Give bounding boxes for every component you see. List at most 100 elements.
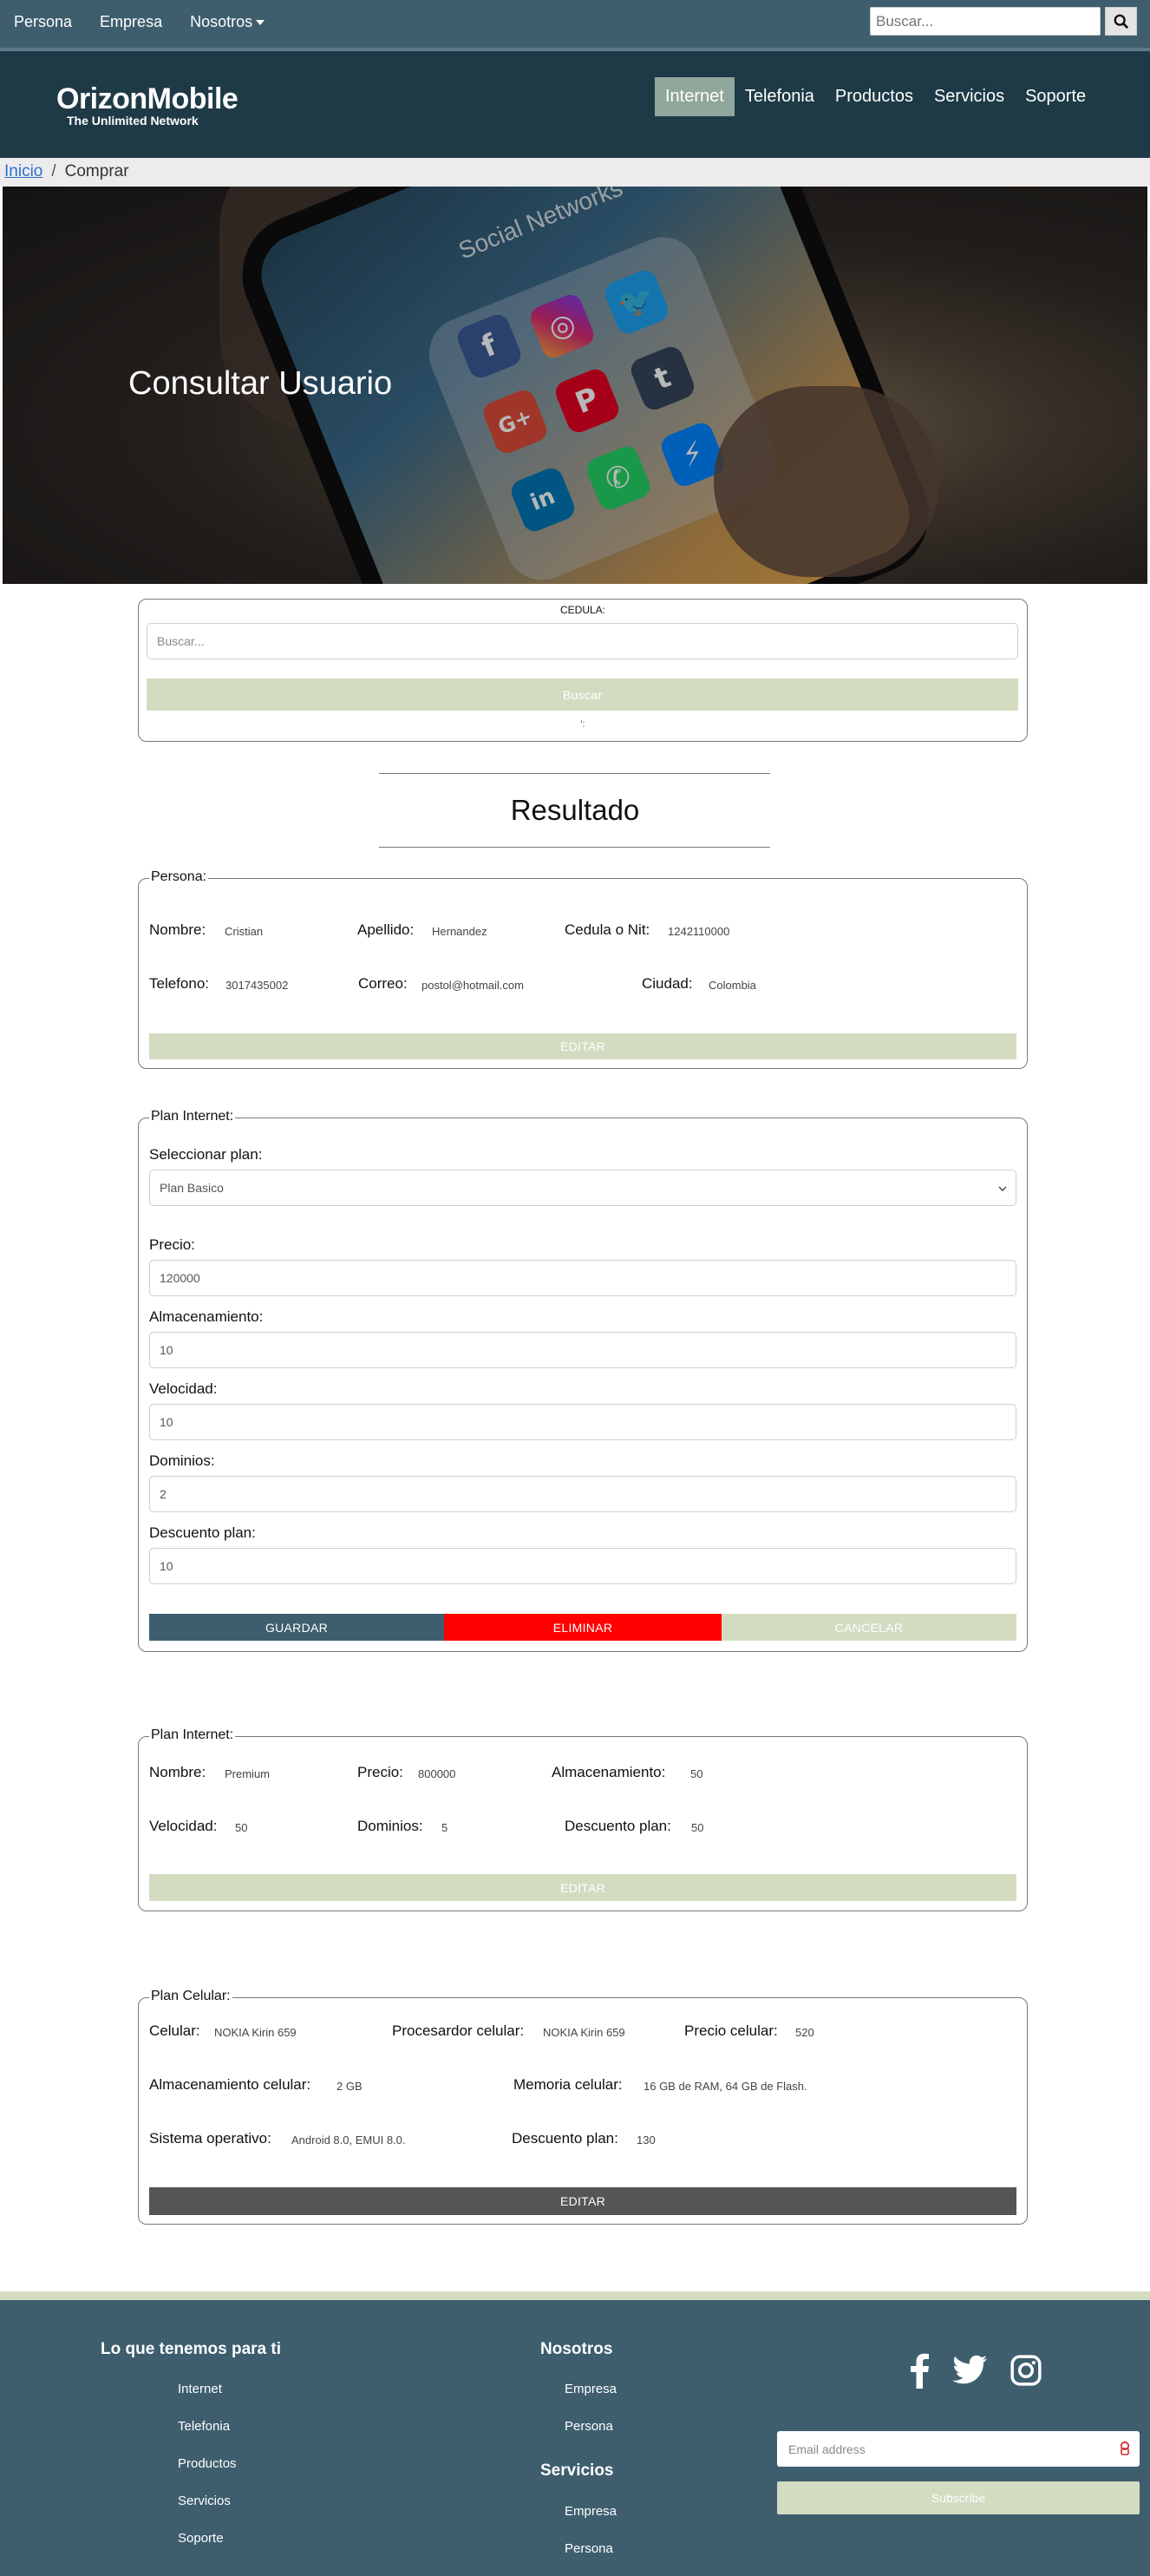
plan-select[interactable]: Plan Basico <box>149 1170 1016 1206</box>
search-note: ': <box>580 719 585 730</box>
plan-descuento-label: Descuento plan: <box>565 1818 671 1834</box>
celular-descuento-label: Descuento plan: <box>512 2130 618 2147</box>
footer-link-nosotros-empresa[interactable]: Empresa <box>565 2382 617 2396</box>
footer-offer-title: Lo que tenemos para ti <box>101 2340 281 2358</box>
plan-internet-edit-button[interactable]: EDITAR <box>149 1874 1016 1901</box>
descuento-label: Descuento plan: <box>149 1524 256 1541</box>
celular-value: NOKIA Kirin 659 <box>214 2026 297 2039</box>
plan-dominios-label: Dominios: <box>357 1818 423 1834</box>
plan-descuento-value: 50 <box>691 1821 704 1834</box>
breadcrumb: Inicio / Comprar <box>0 158 1150 187</box>
precio-input[interactable]: 120000 <box>149 1260 1016 1296</box>
facebook-icon[interactable] <box>909 2352 930 2389</box>
footer-servicios-title: Servicios <box>540 2461 614 2480</box>
nav-telefonia[interactable]: Telefonia <box>735 77 825 116</box>
descuento-input[interactable]: 10 <box>149 1548 1016 1584</box>
result-title: Resultado <box>510 794 640 826</box>
caret-down-icon <box>256 20 265 26</box>
footer-link-servicios-persona[interactable]: Persona <box>565 2541 613 2556</box>
apellido-label: Apellido: <box>357 921 415 938</box>
top-search-input[interactable] <box>870 7 1101 36</box>
instagram-icon[interactable] <box>1010 2354 1042 2387</box>
velocidad-label: Velocidad: <box>149 1380 218 1397</box>
plan-nombre-value: Premium <box>225 1767 271 1780</box>
plan-celular-legend: Plan Celular: <box>149 1989 232 2004</box>
plan-nombre-label: Nombre: <box>149 1764 206 1780</box>
hero-title: Consultar Usuario <box>128 365 393 402</box>
correo-label: Correo: <box>358 975 408 992</box>
apellido-value: Hernandez <box>432 925 487 938</box>
precio-celular-label: Precio celular: <box>684 2022 778 2039</box>
dominios-input[interactable]: 2 <box>149 1476 1016 1512</box>
twitter-icon[interactable] <box>952 2355 987 2384</box>
ciudad-label: Ciudad: <box>642 975 693 992</box>
almacenamiento-label: Almacenamiento: <box>149 1308 264 1325</box>
hero-banner: Social Networks f ◎ 🐦 G+ P t in ✆ ⚡ Cons… <box>3 187 1147 584</box>
nav-servicios[interactable]: Servicios <box>924 77 1015 116</box>
footer-link-soporte[interactable]: Soporte <box>178 2531 224 2546</box>
memoria-celular-label: Memoria celular: <box>513 2076 623 2093</box>
search-card: CEDULA: Buscar... Buscar ': <box>138 599 1028 742</box>
precio-celular-value: 520 <box>795 2026 814 2039</box>
breadcrumb-current: Comprar <box>64 162 129 180</box>
persona-legend: Persona: <box>149 869 209 885</box>
cedula-nit-value: 1242110000 <box>668 925 730 938</box>
top-nav-empresa[interactable]: Empresa <box>100 13 162 31</box>
select-plan-label: Seleccionar plan: <box>149 1146 263 1163</box>
nombre-label: Nombre: <box>149 921 206 938</box>
plan-form-card: Plan Internet: Seleccionar plan: Plan Ba… <box>138 1109 1028 1652</box>
plan-celular-card: Plan Celular: Celular: NOKIA Kirin 659 P… <box>138 1989 1028 2225</box>
guardar-button[interactable]: GUARDAR <box>149 1614 444 1641</box>
footer-nosotros-title: Nosotros <box>540 2340 613 2358</box>
plan-celular-edit-button[interactable]: EDITAR <box>149 2187 1016 2215</box>
top-nav-nosotros-dropdown[interactable]: Nosotros <box>190 13 265 31</box>
footer-link-nosotros-persona[interactable]: Persona <box>565 2419 613 2434</box>
brand-logo[interactable]: OrizonMobile The Unlimited Network <box>56 82 238 128</box>
footer-link-internet[interactable]: Internet <box>178 2382 222 2396</box>
plan-almacenamiento-value: 50 <box>690 1767 703 1780</box>
almacenamiento-celular-value: 2 GB <box>337 2080 363 2093</box>
top-bar: Persona Empresa Nosotros <box>0 0 1150 48</box>
dominios-label: Dominios: <box>149 1452 215 1469</box>
almacenamiento-celular-label: Almacenamiento celular: <box>149 2076 311 2093</box>
memoria-celular-value: 16 GB de RAM, 64 GB de Flash. <box>644 2080 807 2093</box>
nav-internet[interactable]: Internet <box>655 77 735 116</box>
sistema-operativo-label: Sistema operativo: <box>149 2130 271 2147</box>
nav-productos[interactable]: Productos <box>825 77 924 116</box>
cedula-search-input[interactable]: Buscar... <box>147 623 1018 659</box>
email-placeholder: Email address <box>788 2442 866 2456</box>
cedula-label: CEDULA: <box>559 604 605 616</box>
main-nav: Internet Telefonia Productos Servicios S… <box>655 77 1096 116</box>
result-divider-bottom <box>379 847 770 848</box>
eliminar-button[interactable]: ELIMINAR <box>444 1614 722 1641</box>
velocidad-input[interactable]: 10 <box>149 1404 1016 1440</box>
plan-velocidad-value: 50 <box>235 1821 248 1834</box>
plan-precio-value: 800000 <box>418 1767 456 1780</box>
breadcrumb-home-link[interactable]: Inicio <box>4 162 42 180</box>
footer-link-servicios-empresa[interactable]: Empresa <box>565 2504 617 2519</box>
buscar-button[interactable]: Buscar <box>147 678 1018 711</box>
chevron-down-icon <box>998 1186 1007 1191</box>
subscribe-button[interactable]: Subscribe <box>777 2481 1140 2514</box>
almacenamiento-input[interactable]: 10 <box>149 1332 1016 1368</box>
plan-internet-card: Plan Internet: Nombre: Premium Precio: 8… <box>138 1727 1028 1911</box>
cancelar-button[interactable]: CANCELAR <box>722 1614 1016 1641</box>
site-footer: Lo que tenemos para ti Internet Telefoni… <box>0 2300 1150 2576</box>
plan-precio-label: Precio: <box>357 1764 403 1780</box>
plan-dominios-value: 5 <box>441 1821 448 1834</box>
plan-select-value: Plan Basico <box>160 1181 224 1195</box>
nav-soporte[interactable]: Soporte <box>1015 77 1096 116</box>
password-manager-icon <box>1120 2441 1130 2455</box>
newsletter-email-input[interactable]: Email address <box>777 2431 1140 2467</box>
footer-link-productos[interactable]: Productos <box>178 2456 237 2471</box>
plan-form-legend: Plan Internet: <box>149 1109 236 1124</box>
plan-internet-legend: Plan Internet: <box>149 1727 236 1743</box>
persona-edit-button[interactable]: EDITAR <box>149 1033 1016 1059</box>
precio-label: Precio: <box>149 1236 195 1253</box>
footer-link-servicios[interactable]: Servicios <box>178 2494 231 2508</box>
nombre-value: Cristian <box>225 925 264 938</box>
top-search-button[interactable] <box>1105 7 1137 36</box>
footer-link-telefonia[interactable]: Telefonia <box>178 2419 230 2434</box>
top-nav-persona[interactable]: Persona <box>14 13 72 31</box>
brand-name: OrizonMobile <box>56 82 238 115</box>
